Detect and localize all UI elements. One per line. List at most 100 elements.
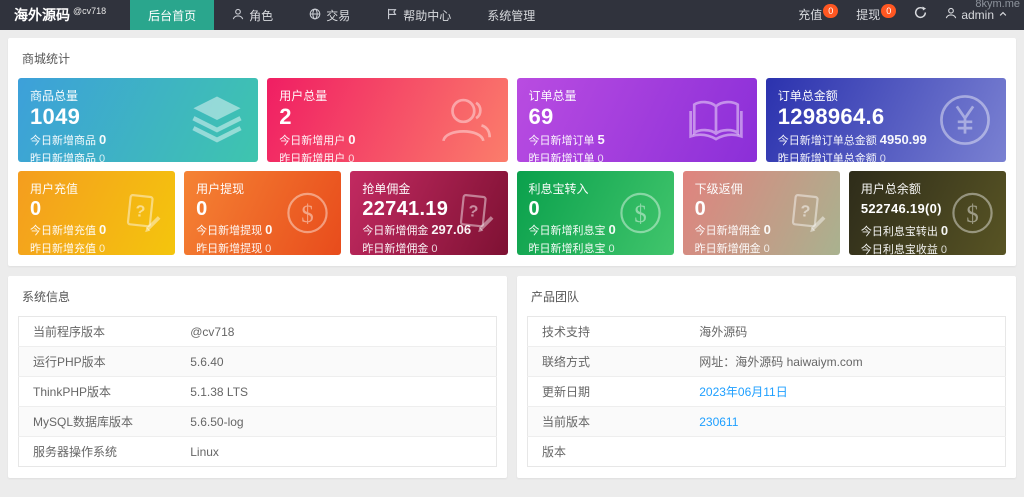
- line-label: 今日新增佣金: [362, 225, 429, 238]
- refresh-button[interactable]: [905, 0, 936, 30]
- card-line-yesterday: 昨日新增佣金 0: [362, 240, 495, 255]
- line-value: 0: [99, 222, 107, 238]
- info-label: 当前程序版本: [18, 316, 177, 347]
- panel-title: 产品团队: [531, 290, 580, 304]
- line-value: 0: [348, 152, 355, 162]
- stat-card-goods-total: 商品总量 1049 今日新增商品 0 昨日新增商品 0: [18, 78, 259, 162]
- layers-icon: [188, 91, 246, 149]
- table-row: MySQL数据库版本 5.6.50-log: [18, 406, 497, 437]
- info-label: 版本: [542, 445, 567, 459]
- card-line-yesterday: 今日利息宝收益 0: [861, 241, 994, 255]
- info-label: MySQL数据库版本: [18, 406, 177, 437]
- question-doc-icon: ?: [783, 190, 830, 237]
- dollar-circle-icon: $: [617, 190, 664, 237]
- product-team-panel: 产品团队 技术支持 海外源码 联络方式 网址：海外源码 haiwaiym.com 更…: [517, 276, 1016, 478]
- line-label: 昨日新增订单总金额: [777, 152, 877, 162]
- withdraw-count-badge: 0: [881, 4, 897, 18]
- nav-tab-label: 交易: [326, 8, 351, 23]
- line-label: 今日新增用户: [279, 134, 346, 147]
- info-value: 5.1.38 LTS: [176, 376, 497, 407]
- svg-text:$: $: [966, 201, 978, 228]
- line-label: 昨日新增商品: [30, 152, 96, 162]
- card-line-yesterday: 昨日新增订单总金额 0: [778, 150, 994, 162]
- site-watermark: 8kym.me: [975, 0, 1020, 10]
- nav-tab-dashboard[interactable]: 后台首页: [130, 0, 215, 30]
- nav-tab-help-center[interactable]: 帮助中心: [368, 0, 469, 30]
- nav-tab-label: 帮助中心: [403, 8, 452, 23]
- nav-tab-system[interactable]: 系统管理: [469, 0, 553, 30]
- stats-row-1: 商品总量 1049 今日新增商品 0 昨日新增商品 0 用户总量 2 今日新增用户 0…: [18, 78, 1006, 162]
- info-label: 更新日期: [527, 376, 686, 407]
- info-value: 海外源码: [685, 316, 1006, 347]
- line-value: 0: [99, 131, 107, 147]
- stats-row-2: 用户充值 0 今日新增充值 0 昨日新增充值 0 ? 用户提现 0 今日新增提现 0 …: [18, 171, 1006, 255]
- info-value: 2023年06月11日: [685, 376, 1006, 407]
- yen-circle-icon: [936, 91, 994, 149]
- line-label: 昨日新增充值: [30, 243, 96, 255]
- line-label: 今日新增提现: [196, 225, 263, 238]
- update-date-link[interactable]: 2023年06月11日: [699, 385, 788, 399]
- info-value: @cv718: [176, 316, 497, 347]
- line-value: 0: [879, 152, 886, 162]
- line-label: 今日利息宝转出: [860, 225, 938, 238]
- line-value: 0: [99, 152, 106, 162]
- line-value: 0: [763, 222, 771, 238]
- nav-tab-label: 角色: [249, 8, 274, 23]
- recharge-button[interactable]: 充值 0: [789, 0, 847, 30]
- line-label: 昨日新增佣金: [362, 243, 429, 255]
- svg-text:?: ?: [467, 202, 479, 221]
- info-value: [685, 437, 1005, 467]
- dollar-circle-icon: $: [284, 190, 331, 237]
- question-doc-icon: ?: [118, 190, 165, 237]
- table-row: 当前版本 230611: [527, 406, 1006, 437]
- brand[interactable]: 海外源码 @cv718: [0, 0, 120, 30]
- stat-card-user-recharge: 用户充值 0 今日新增充值 0 昨日新增充值 0 ?: [18, 171, 176, 255]
- svg-text:$: $: [634, 201, 646, 228]
- info-value: 5.6.40: [176, 346, 497, 377]
- panel-title: 商城统计: [22, 52, 71, 66]
- book-icon: [687, 91, 745, 149]
- info-value: 网址：海外源码 haiwaiym.com: [685, 346, 1006, 377]
- stat-card-orders-total: 订单总量 69 今日新增订单 5 昨日新增订单 0: [516, 78, 757, 162]
- stat-card-user-withdraw: 用户提现 0 今日新增提现 0 昨日新增提现 0 $: [184, 171, 342, 255]
- panel-title: 系统信息: [22, 290, 71, 304]
- flag-icon: [386, 8, 398, 23]
- table-row: 联络方式 网址：海外源码 haiwaiym.com: [527, 346, 1006, 377]
- stat-card-grab-commission: 抢单佣金 22741.19 今日新增佣金 297.06 昨日新增佣金 0 ?: [350, 171, 508, 255]
- nav-tab-trade[interactable]: 交易: [291, 0, 368, 30]
- info-label: ThinkPHP版本: [18, 376, 177, 407]
- card-line-yesterday: 昨日新增提现 0: [196, 240, 329, 255]
- dollar-circle-icon: $: [949, 190, 996, 237]
- line-label: 昨日新增利息宝: [528, 243, 606, 255]
- line-label: 今日新增利息宝: [528, 225, 606, 238]
- info-label: 技术支持: [527, 316, 686, 347]
- page: 海外源码 @cv718 后台首页 角色 交易 帮助中心 系统管理 充值 0 提现…: [0, 0, 1024, 497]
- refresh-icon: [914, 0, 927, 30]
- main-content: 商城统计 商品总量 1049 今日新增商品 0 昨日新增商品 0 用户总量 2 今日…: [0, 30, 1024, 486]
- line-label: 昨日新增提现: [196, 243, 263, 255]
- svg-text:?: ?: [134, 202, 146, 221]
- card-line-yesterday: 昨日新增充值 0: [30, 240, 163, 255]
- current-version-link[interactable]: 230611: [699, 415, 738, 429]
- withdraw-label: 提现: [856, 8, 881, 22]
- line-value: 0: [940, 243, 947, 255]
- table-row: 版本: [528, 437, 1006, 467]
- table-row: 技术支持 海外源码: [527, 316, 1006, 347]
- line-value: 0: [608, 222, 616, 238]
- line-value: 0: [99, 243, 106, 255]
- line-label: 今日新增订单总金额: [777, 134, 877, 147]
- recharge-label: 充值: [798, 8, 823, 22]
- stat-card-order-amount: 订单总金额 1298964.6 今日新增订单总金额 4950.99 昨日新增订单总…: [765, 78, 1006, 162]
- info-value: Linux: [190, 444, 219, 459]
- stat-card-users-total: 用户总量 2 今日新增用户 0 昨日新增用户 0: [267, 78, 508, 162]
- info-label: 服务器操作系统: [33, 445, 118, 459]
- user-icon: [232, 8, 244, 23]
- line-value: 0: [265, 243, 272, 255]
- nav-tab-roles[interactable]: 角色: [214, 0, 291, 30]
- user-avatar-icon: [945, 0, 957, 30]
- info-label: 运行PHP版本: [18, 346, 177, 377]
- product-team-table: 技术支持 海外源码 联络方式 网址：海外源码 haiwaiym.com 更新日期 20…: [527, 316, 1006, 467]
- nav-tab-label: 后台首页: [148, 8, 197, 23]
- line-value: 5: [597, 131, 605, 147]
- withdraw-button[interactable]: 提现 0: [847, 0, 905, 30]
